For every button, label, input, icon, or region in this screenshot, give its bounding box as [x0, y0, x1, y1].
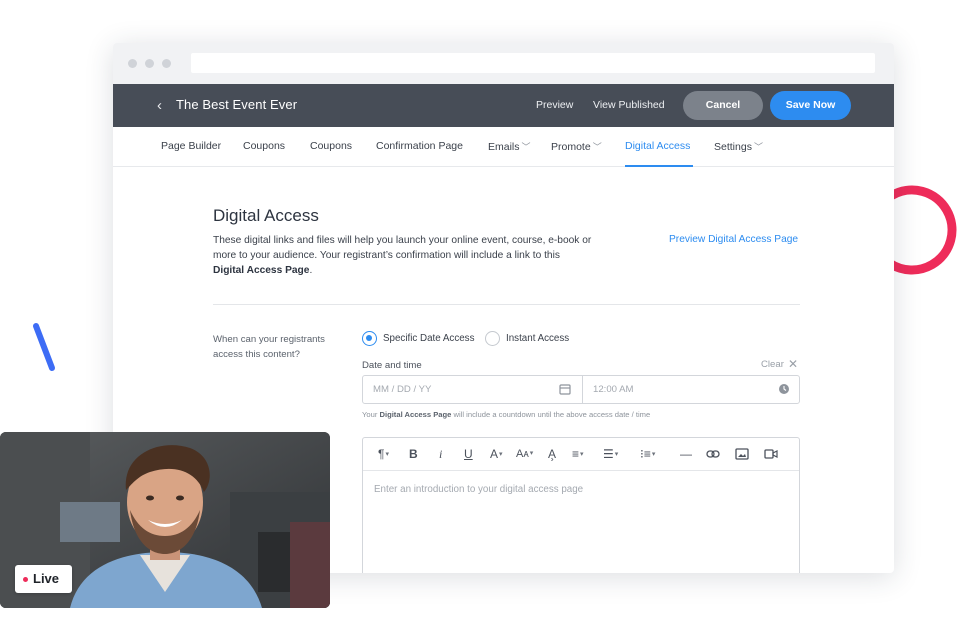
- italic-icon[interactable]: i: [439, 447, 442, 461]
- app-header: ‹ The Best Event Ever Preview View Publi…: [113, 84, 894, 127]
- tab-label: Coupons: [243, 140, 286, 152]
- calendar-icon[interactable]: [559, 383, 571, 395]
- address-bar[interactable]: [191, 53, 875, 73]
- description-end: .: [309, 265, 313, 276]
- tab-emails[interactable]: Emails ﹀: [488, 140, 531, 153]
- live-label: Live: [33, 571, 60, 586]
- tab-bar: Page Builder Coupons Coupons Confirmatio…: [113, 127, 894, 167]
- save-now-button[interactable]: Save Now: [770, 91, 851, 120]
- tab-coupons-2[interactable]: Coupons: [310, 140, 352, 152]
- close-icon[interactable]: ✕: [788, 357, 798, 371]
- preview-digital-access-link[interactable]: Preview Digital Access Page: [669, 234, 798, 245]
- window-dot: [145, 59, 154, 68]
- field-separator: [582, 376, 583, 403]
- tab-label: Digital Access: [625, 140, 691, 152]
- description-line: more to your audience. Your registrant’s…: [213, 250, 560, 261]
- access-question-label: When can your registrants access this co…: [213, 334, 325, 360]
- hint-bold: Digital Access Page: [379, 410, 452, 419]
- underline-icon[interactable]: U: [464, 447, 473, 461]
- page-title: Digital Access: [213, 206, 319, 225]
- chevron-down-icon: ﹀: [521, 142, 531, 152]
- live-badge: Live: [15, 565, 72, 593]
- hint-prefix: Your: [362, 410, 378, 419]
- editor-input[interactable]: Enter an introduction to your digital ac…: [374, 484, 583, 495]
- countdown-hint: Your Digital Access Page will include a …: [362, 410, 650, 419]
- tab-coupons[interactable]: Coupons: [243, 140, 285, 152]
- tab-settings[interactable]: Settings ﹀: [714, 140, 763, 153]
- tab-digital-access[interactable]: Digital Access: [625, 140, 690, 152]
- page-description: These digital links and files will help …: [213, 233, 608, 278]
- preview-link[interactable]: Preview: [536, 99, 573, 111]
- specific-date-label[interactable]: Specific Date Access: [383, 333, 474, 344]
- date-time-field: MM / DD / YY 12:00 AM: [362, 375, 800, 404]
- date-time-label: Date and time: [362, 360, 422, 371]
- active-tab-indicator: [625, 165, 693, 167]
- link-icon[interactable]: [706, 448, 720, 460]
- chevron-left-icon[interactable]: ‹: [157, 97, 162, 114]
- horizontal-rule-icon[interactable]: —: [680, 447, 692, 461]
- live-indicator-dot: [23, 577, 28, 582]
- chevron-down-icon: ﹀: [753, 142, 763, 152]
- editor-toolbar: ¶▾ B i U A▾ Aᴀ▾ A̧ ≡▾ ☰▾ ⁝≡▾ —: [363, 438, 799, 471]
- description-bold: Digital Access Page: [213, 265, 310, 276]
- instant-access-radio[interactable]: [485, 331, 500, 346]
- video-icon[interactable]: [764, 448, 778, 460]
- window-dot: [162, 59, 171, 68]
- tab-label: Page Builder: [161, 140, 222, 152]
- time-input[interactable]: 12:00 AM: [593, 384, 634, 395]
- cancel-button[interactable]: Cancel: [683, 91, 763, 120]
- tab-label: Emails: [488, 141, 520, 153]
- tab-label: Coupons: [310, 140, 353, 152]
- image-icon[interactable]: [735, 448, 749, 460]
- decorative-line: [33, 323, 55, 371]
- clock-icon[interactable]: [778, 383, 790, 395]
- clear-button[interactable]: Clear: [761, 359, 784, 370]
- bold-icon[interactable]: B: [409, 447, 418, 461]
- font-size-icon[interactable]: Aᴀ▾: [516, 447, 533, 461]
- tab-label: Promote: [551, 141, 591, 153]
- tab-label: Settings: [714, 141, 752, 153]
- numbered-list-icon[interactable]: ⁝≡▾: [640, 447, 655, 462]
- rich-text-editor: ¶▾ B i U A▾ Aᴀ▾ A̧ ≡▾ ☰▾ ⁝≡▾ — Enter an …: [362, 437, 800, 573]
- hint-text: will include a countdown until the above…: [453, 410, 651, 419]
- view-published-link[interactable]: View Published: [593, 99, 665, 111]
- tab-promote[interactable]: Promote ﹀: [551, 140, 602, 153]
- window-dot: [128, 59, 137, 68]
- tab-page-builder[interactable]: Page Builder: [161, 140, 221, 152]
- date-input[interactable]: MM / DD / YY: [373, 384, 431, 395]
- paragraph-icon[interactable]: ¶▾: [378, 447, 389, 462]
- align-icon[interactable]: ≡▾: [572, 447, 584, 462]
- chevron-down-icon: ﹀: [592, 142, 602, 152]
- highlight-icon[interactable]: A̧: [548, 447, 556, 461]
- tab-confirmation-page[interactable]: Confirmation Page: [376, 140, 463, 152]
- browser-chrome: [113, 43, 894, 84]
- tab-label: Confirmation Page: [376, 140, 463, 152]
- description-line: These digital links and files will help …: [213, 235, 592, 246]
- instant-access-label[interactable]: Instant Access: [506, 333, 569, 344]
- section-divider: [213, 304, 800, 305]
- bullet-list-icon[interactable]: ☰▾: [603, 447, 618, 462]
- event-title: The Best Event Ever: [176, 97, 298, 112]
- font-color-icon[interactable]: A▾: [490, 447, 503, 462]
- specific-date-radio[interactable]: [362, 331, 377, 346]
